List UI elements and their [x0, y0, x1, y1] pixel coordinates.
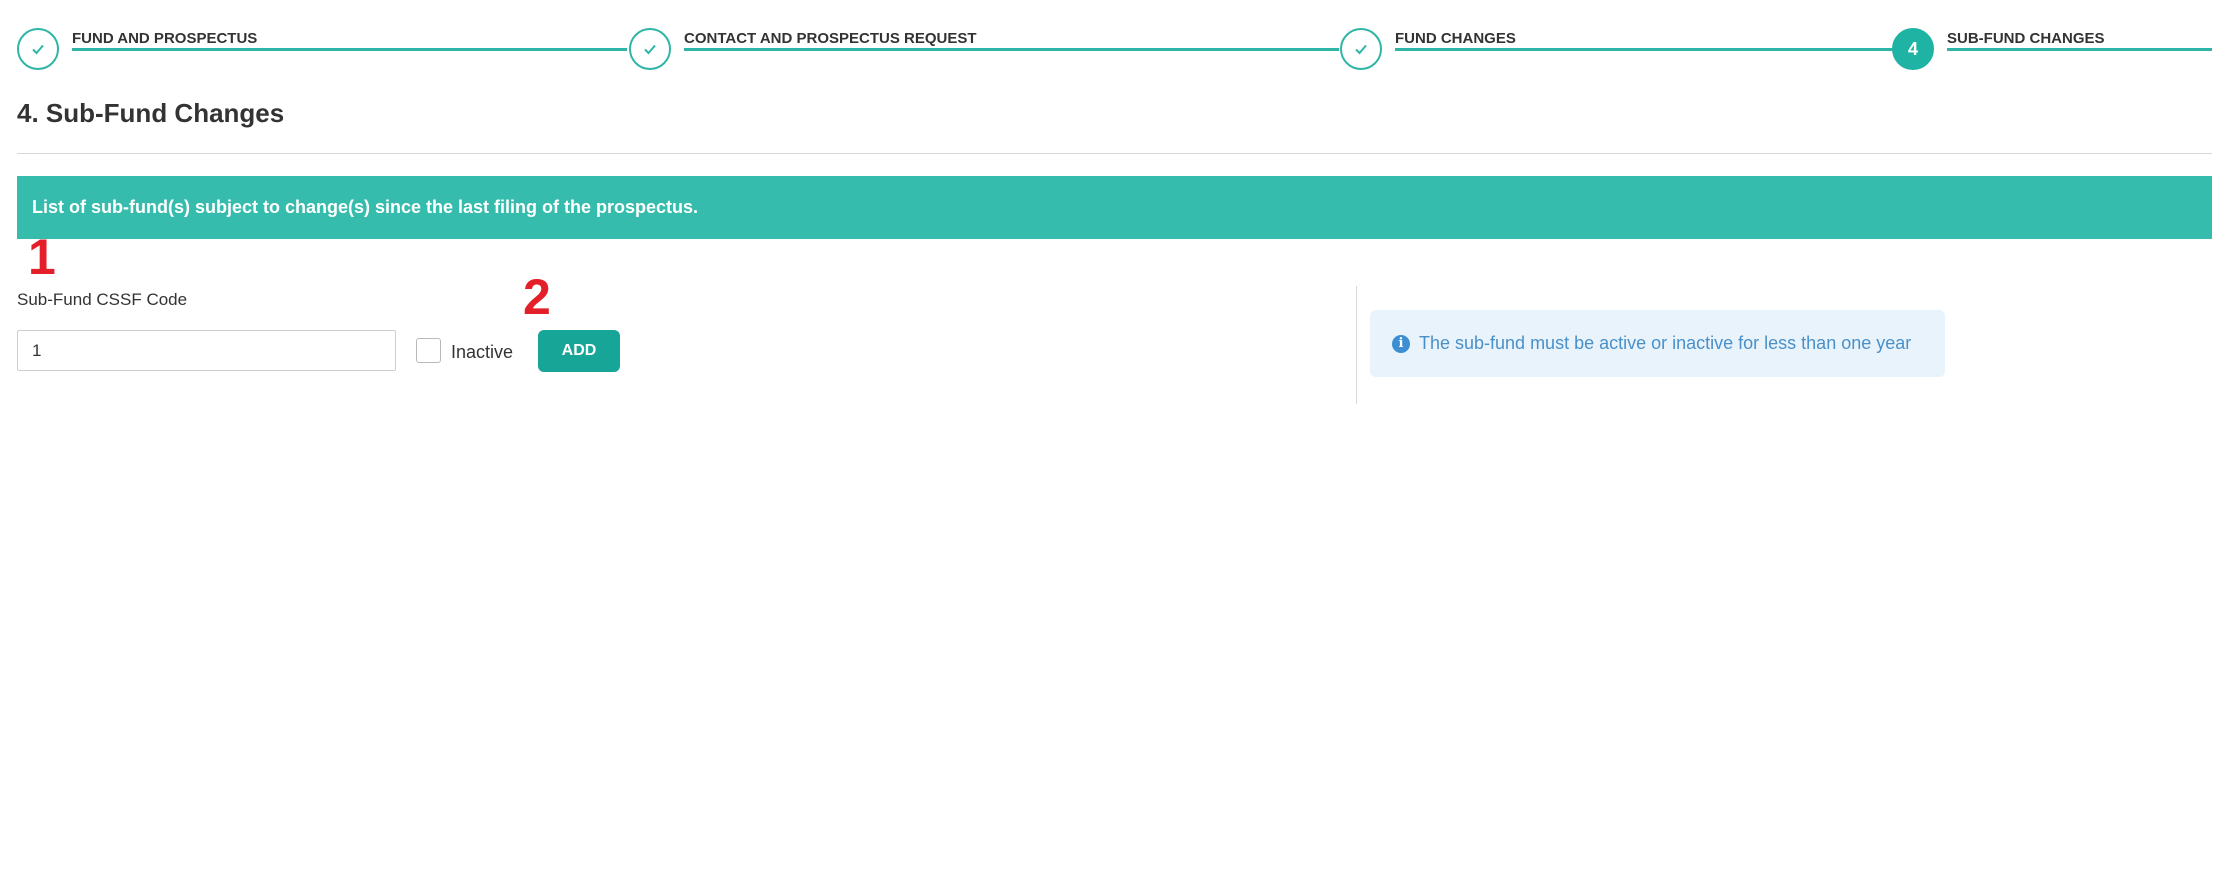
- step-number: 4: [1892, 28, 1934, 70]
- section-banner: List of sub-fund(s) subject to change(s)…: [17, 176, 2212, 239]
- sub-fund-code-label: Sub-Fund CSSF Code: [17, 290, 188, 309]
- annotation-marker-1: 1: [28, 229, 56, 285]
- step-label: FUND AND PROSPECTUS: [72, 30, 258, 47]
- step-connector: [1395, 48, 1927, 51]
- step-connector: [684, 48, 1339, 51]
- page-title: 4. Sub-Fund Changes: [17, 98, 285, 128]
- inactive-checkbox[interactable]: [416, 338, 441, 363]
- sub-fund-code-input[interactable]: [17, 330, 396, 371]
- page: FUND AND PROSPECTUS CONTACT AND PROSPECT…: [0, 0, 2231, 887]
- info-message-box: i The sub-fund must be active or inactiv…: [1370, 310, 1945, 377]
- check-icon: [629, 28, 671, 70]
- annotation-marker-2: 2: [523, 269, 551, 325]
- info-message: The sub-fund must be active or inactive …: [1419, 333, 1912, 353]
- step-connector: [1947, 48, 2212, 51]
- vertical-divider: [1356, 286, 1357, 404]
- step-label: FUND CHANGES: [1395, 30, 1516, 47]
- divider: [17, 153, 2212, 154]
- check-icon: [17, 28, 59, 70]
- add-button[interactable]: ADD: [538, 330, 620, 372]
- step-label: CONTACT AND PROSPECTUS REQUEST: [684, 30, 977, 47]
- check-icon: [1340, 28, 1382, 70]
- inactive-label[interactable]: Inactive: [451, 342, 513, 363]
- step-label: SUB-FUND CHANGES: [1947, 30, 2105, 47]
- info-icon: i: [1392, 334, 1410, 353]
- step-connector: [72, 48, 627, 51]
